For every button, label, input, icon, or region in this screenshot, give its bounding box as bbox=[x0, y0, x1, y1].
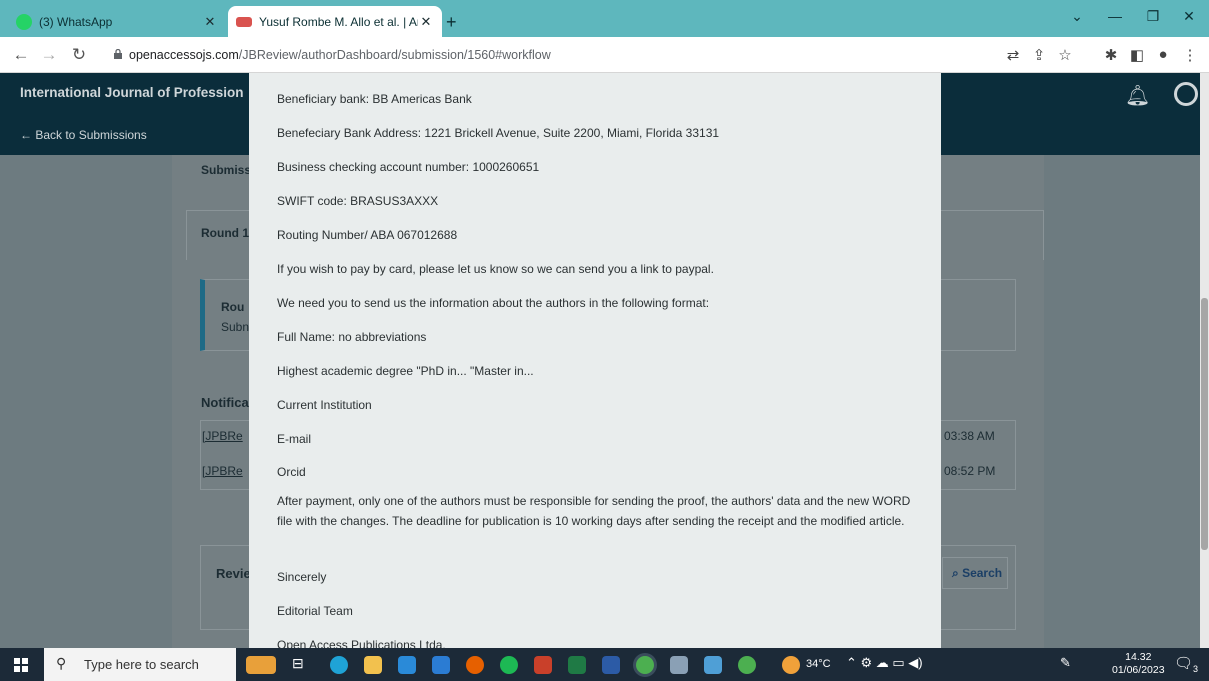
url-host: openaccessojs.com bbox=[129, 48, 239, 62]
extensions-icon[interactable]: ✱ bbox=[1101, 46, 1121, 64]
modal-line: E-mail bbox=[277, 432, 312, 446]
temperature-text[interactable]: 34°C bbox=[806, 658, 831, 670]
round-box-subtitle: Subn bbox=[221, 320, 250, 334]
search-button-label: ⌕ Search bbox=[952, 566, 1002, 581]
clock[interactable]: 14.32 01/06/2023 bbox=[1112, 651, 1165, 677]
modal-line: We need you to send us the information a… bbox=[277, 296, 710, 310]
translate-icon[interactable]: ⇄ bbox=[1003, 46, 1023, 64]
windows-start-icon[interactable] bbox=[14, 658, 28, 672]
reload-icon[interactable]: ↻ bbox=[68, 45, 90, 65]
address-bar-row: ← → ↻ openaccessojs.com/JBReview/authorD… bbox=[0, 37, 1209, 73]
notification-time: 03:38 AM bbox=[944, 429, 995, 443]
scrollbar-thumb[interactable] bbox=[1201, 298, 1208, 550]
close-tab-icon[interactable]: ✕ bbox=[418, 14, 434, 30]
file-explorer-icon[interactable] bbox=[364, 656, 382, 674]
profile-avatar[interactable]: ● bbox=[1153, 46, 1173, 63]
close-window-button[interactable]: ✕ bbox=[1172, 8, 1206, 25]
task-view-icon[interactable]: ⊟ bbox=[292, 655, 310, 673]
share-icon[interactable]: ⇪ bbox=[1029, 46, 1049, 64]
round-box-title: Rou bbox=[221, 300, 245, 314]
round-tab[interactable]: Round 1 bbox=[201, 226, 249, 240]
chrome-icon[interactable] bbox=[738, 656, 756, 674]
lock-icon bbox=[114, 49, 122, 59]
firefox-icon[interactable] bbox=[466, 656, 484, 674]
weather-icon[interactable] bbox=[782, 656, 800, 674]
search-icon: ⌕ bbox=[952, 566, 959, 580]
taskbar-search-input[interactable]: ⚲ Type here to search bbox=[44, 648, 236, 681]
modal-line: Benefeciary Bank Address: 1221 Brickell … bbox=[277, 126, 720, 140]
excel-icon[interactable] bbox=[568, 656, 586, 674]
side-panel-icon[interactable]: ◧ bbox=[1127, 46, 1147, 64]
modal-line: SWIFT code: BRASUS3AXXX bbox=[277, 194, 439, 208]
search-placeholder: Type here to search bbox=[84, 657, 199, 672]
browser-tab-strip: (3) WhatsApp ✕ Yusuf Rombe M. Allo et al… bbox=[0, 0, 1209, 37]
mail-icon[interactable] bbox=[398, 656, 416, 674]
powerpoint-icon[interactable] bbox=[534, 656, 552, 674]
tab-submission[interactable]: Yusuf Rombe M. Allo et al. | Anal ✕ bbox=[228, 6, 442, 37]
user-icon[interactable] bbox=[1174, 82, 1198, 106]
menu-kebab-icon[interactable]: ⋮ bbox=[1180, 46, 1200, 64]
forward-arrow-icon[interactable]: → bbox=[38, 45, 60, 65]
notification-center-icon[interactable]: 🗨︎3 bbox=[1174, 654, 1198, 674]
chrome-icon[interactable] bbox=[636, 656, 654, 674]
widget-icon[interactable] bbox=[246, 656, 276, 674]
back-arrow-icon[interactable]: ← bbox=[10, 45, 32, 65]
journal-title[interactable]: International Journal of Profession bbox=[20, 85, 244, 100]
modal-line: Open Access Publications Ltda. bbox=[277, 638, 446, 648]
app-icon[interactable] bbox=[704, 656, 722, 674]
new-tab-button[interactable]: + bbox=[446, 12, 457, 33]
modal-line: Editorial Team bbox=[277, 604, 353, 618]
modal-paragraph: After payment, only one of the authors m… bbox=[277, 494, 911, 528]
notification-count: 3 bbox=[1193, 664, 1199, 674]
spotify-icon[interactable] bbox=[500, 656, 518, 674]
whatsapp-icon bbox=[16, 13, 32, 30]
store-icon[interactable] bbox=[432, 656, 450, 674]
bookmark-star-icon[interactable]: ☆ bbox=[1055, 46, 1075, 64]
search-label: Search bbox=[962, 566, 1003, 580]
payment-info-modal: Beneficiary bank: BB Americas Bank Benef… bbox=[249, 73, 941, 648]
back-to-submissions-link[interactable]: ← Back to Submissions bbox=[20, 128, 147, 142]
pen-icon[interactable]: ✎ bbox=[1060, 655, 1071, 671]
url-path: /JBReview/authorDashboard/submission/156… bbox=[238, 48, 551, 62]
app-icon[interactable] bbox=[670, 656, 688, 674]
tab-title: Yusuf Rombe M. Allo et al. | Anal bbox=[259, 14, 418, 29]
modal-line: If you wish to pay by card, please let u… bbox=[277, 262, 714, 276]
windows-taskbar: ⚲ Type here to search ⊟ 34°C ⌃ ⚙ ☁ ▭ ◀) … bbox=[0, 648, 1209, 681]
modal-line: Routing Number/ ABA 067012688 bbox=[277, 228, 458, 242]
word-icon[interactable] bbox=[602, 656, 620, 674]
modal-line: Business checking account number: 100026… bbox=[277, 160, 540, 174]
notification-link[interactable]: [JPBRe bbox=[202, 429, 243, 443]
modal-line: Orcid bbox=[277, 465, 306, 479]
clock-date: 01/06/2023 bbox=[1112, 664, 1165, 676]
notifications-heading: Notifica bbox=[201, 395, 249, 410]
modal-line: Full Name: no abbreviations bbox=[277, 330, 427, 344]
submission-tab-label[interactable]: Submiss bbox=[201, 163, 251, 177]
tray-icons[interactable]: ⌃ ⚙ ☁ ▭ ◀) bbox=[846, 655, 923, 671]
tab-title: (3) WhatsApp bbox=[39, 14, 113, 29]
review-heading: Revie bbox=[216, 566, 251, 581]
restore-button[interactable]: ❐ bbox=[1136, 8, 1170, 25]
edge-icon[interactable] bbox=[330, 656, 348, 674]
journal-favicon-icon bbox=[236, 16, 252, 27]
url-field[interactable]: openaccessojs.com/JBReview/authorDashboa… bbox=[129, 48, 551, 62]
clock-time: 14.32 bbox=[1125, 651, 1152, 663]
minimize-button[interactable]: — bbox=[1098, 8, 1132, 24]
modal-line: Beneficiary bank: BB Americas Bank bbox=[277, 92, 472, 106]
notification-link[interactable]: [JPBRe bbox=[202, 464, 243, 478]
bell-icon[interactable]: 🔔︎ bbox=[1125, 83, 1150, 108]
search-icon: ⚲ bbox=[56, 655, 67, 671]
tab-search-icon[interactable]: ⌄ bbox=[1060, 8, 1094, 25]
close-tab-icon[interactable]: ✕ bbox=[202, 14, 218, 30]
tab-whatsapp[interactable]: (3) WhatsApp ✕ bbox=[8, 6, 226, 37]
modal-line: Sincerely bbox=[277, 570, 327, 584]
modal-line: Highest academic degree "PhD in... "Mast… bbox=[277, 364, 534, 378]
modal-line: Current Institution bbox=[277, 398, 372, 412]
notification-time: 08:52 PM bbox=[944, 464, 996, 478]
